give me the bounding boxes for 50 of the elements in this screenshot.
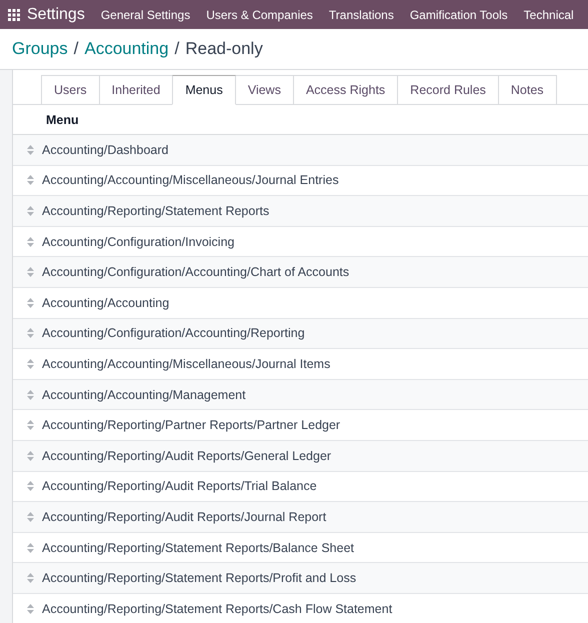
app-title[interactable]: Settings <box>27 6 85 24</box>
table-cell: Accounting/Reporting/Audit Reports/General Ledger <box>42 448 332 463</box>
tab[interactable]: Inherited <box>98 75 172 105</box>
drag-handle-icon[interactable] <box>27 481 34 492</box>
tab[interactable]: Record Rules <box>397 75 498 105</box>
table-cell: Accounting/Accounting/Management <box>42 388 246 402</box>
table-cell: Accounting/Accounting/Miscellaneous/Journal Items <box>42 356 330 371</box>
drag-handle-icon[interactable] <box>27 390 34 400</box>
table-cell: Accounting/Reporting/Partner Reports/Partner Ledger <box>42 418 340 432</box>
table-cell: Accounting/Accounting <box>42 296 170 310</box>
drag-handle-icon[interactable] <box>27 573 34 584</box>
drag-handle-icon[interactable] <box>27 512 34 522</box>
tab[interactable]: Users <box>41 75 99 105</box>
drag-handle-icon[interactable] <box>27 298 34 308</box>
nav-menu-item[interactable]: General Settings <box>92 8 198 22</box>
table-cell: Accounting/Reporting/Statement Reports/Cash Flow Statement <box>42 602 392 616</box>
drag-handle-icon[interactable] <box>27 144 34 155</box>
table-cell: Accounting/Reporting/Statement Reports/Balance Sheet <box>42 540 354 555</box>
drag-handle-icon[interactable] <box>27 358 34 369</box>
drag-handle-icon[interactable] <box>27 450 34 461</box>
table-cell: Accounting/Reporting/Statement Reports/Profit and Loss <box>42 571 356 586</box>
app-grid-icon[interactable] <box>8 8 20 20</box>
breadcrumb-separator: / <box>74 39 78 59</box>
table-cell: Accounting/Reporting/Audit Reports/Trial Balance <box>42 479 317 494</box>
table-cell: Accounting/Accounting/Miscellaneous/Journal Entries <box>42 173 339 188</box>
breadcrumb-separator: / <box>174 39 180 59</box>
table-cell: Accounting/Reporting/Audit Reports/Journal Report <box>42 510 326 524</box>
nav-menu-item[interactable]: Users & Companies <box>198 8 321 22</box>
tab[interactable]: Access Rights <box>292 75 398 105</box>
nav-menu-item[interactable]: Technical <box>516 8 582 22</box>
table-cell: Accounting/Configuration/Accounting/Reporting <box>42 326 305 340</box>
tab[interactable]: Menus <box>172 75 236 105</box>
drag-handle-icon[interactable] <box>27 206 34 216</box>
drag-handle-icon[interactable] <box>27 604 34 614</box>
drag-handle-icon[interactable] <box>27 328 34 338</box>
nav-menu-item[interactable]: Translations <box>320 8 402 22</box>
table-cell: Accounting/Dashboard <box>42 142 168 157</box>
breadcrumb-item: Read-only <box>185 39 263 59</box>
table-cell: Accounting/Configuration/Accounting/Chart of Accounts <box>42 265 350 280</box>
nav-menu-item[interactable]: Gamification Tools <box>402 8 516 22</box>
breadcrumb-item[interactable]: Groups <box>12 39 68 59</box>
breadcrumb-item[interactable]: Accounting <box>84 39 169 59</box>
drag-handle-icon[interactable] <box>27 420 34 430</box>
table-cell: Accounting/Reporting/Statement Reports <box>42 204 270 218</box>
drag-handle-icon[interactable] <box>27 236 34 247</box>
drag-handle-icon[interactable] <box>27 175 34 186</box>
drag-handle-icon[interactable] <box>27 542 34 553</box>
drag-handle-icon[interactable] <box>27 267 34 278</box>
table-cell: Accounting/Configuration/Invoicing <box>42 234 234 249</box>
tab[interactable]: Notes <box>498 75 557 105</box>
